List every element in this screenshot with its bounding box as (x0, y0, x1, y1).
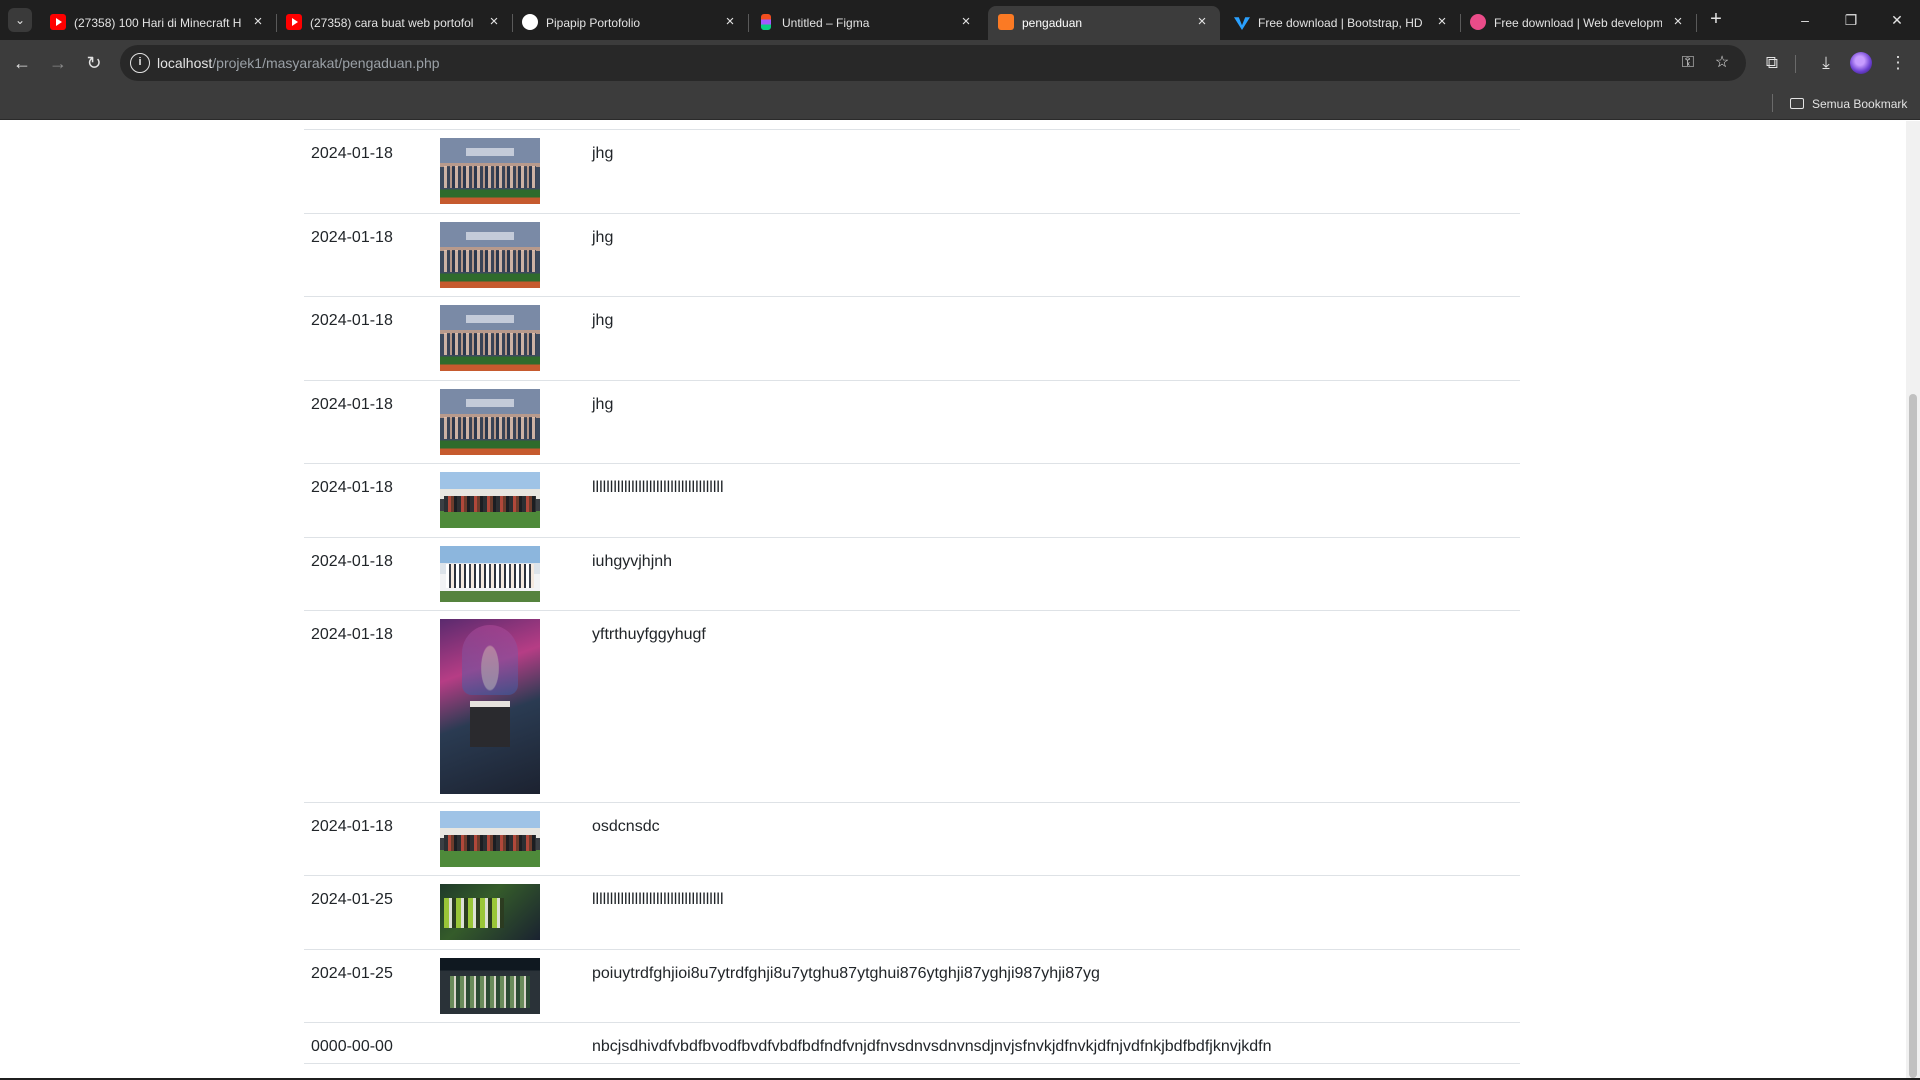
complaint-photo (440, 546, 540, 602)
close-icon[interactable]: × (958, 14, 974, 30)
date-cell: 2024-01-25 (311, 891, 393, 908)
tab-youtube-portofolio[interactable]: (27358) cara buat web portofol × (276, 6, 513, 40)
complaint-photo (440, 389, 540, 455)
close-icon[interactable]: × (1194, 14, 1210, 30)
complaint-photo (440, 138, 540, 204)
reload-button[interactable]: ↻ (80, 49, 108, 77)
date-cell: 2024-01-18 (311, 312, 393, 329)
date-cell: 2024-01-18 (311, 145, 393, 162)
tab-dribbble-download[interactable]: Free download | Web developm × (1460, 6, 1697, 40)
table-row: 2024-01-18 jhg (304, 130, 1520, 214)
table-row: 2024-01-25 poiuytrdfghjioi8u7ytrdfghji8u… (304, 950, 1520, 1023)
tab-bootstrap-download[interactable]: Free download | Bootstrap, HD × (1224, 6, 1461, 40)
youtube-icon (286, 14, 302, 30)
date-cell: 0000-00-00 (311, 1038, 393, 1055)
close-icon[interactable]: × (722, 14, 738, 30)
bookmark-star-icon[interactable]: ☆ (1710, 51, 1734, 75)
page-viewport: 2024-01-18 jhg 2024-01-18 jhg 2024-01-18… (0, 121, 1920, 1078)
date-cell: 2024-01-18 (311, 396, 393, 413)
youtube-icon (50, 14, 66, 30)
url-text[interactable]: localhost/projek1/masyarakat/pengaduan.p… (157, 54, 440, 72)
back-button[interactable]: ← (8, 49, 36, 77)
report-text-cell: jhg (592, 312, 614, 329)
close-icon[interactable]: × (486, 14, 502, 30)
complaint-photo (440, 472, 540, 528)
complaint-photo (440, 884, 540, 940)
date-cell: 2024-01-25 (311, 965, 393, 982)
tab-title: Free download | Bootstrap, HD (1258, 16, 1423, 30)
figma-icon (761, 14, 771, 30)
site-info-icon[interactable]: i (130, 53, 150, 73)
close-icon[interactable]: × (1670, 14, 1686, 30)
date-cell: 2024-01-18 (311, 818, 393, 835)
folder-icon (1790, 98, 1804, 109)
scrollbar-thumb[interactable] (1909, 394, 1917, 1078)
tab-title: pengaduan (1022, 16, 1083, 30)
close-icon[interactable]: × (1434, 14, 1450, 30)
report-text-cell: osdcnsdc (592, 818, 660, 835)
complaint-photo (440, 811, 540, 867)
date-cell: 2024-01-18 (311, 229, 393, 246)
profile-avatar[interactable] (1850, 52, 1872, 74)
address-bar[interactable]: i localhost/projek1/masyarakat/pengaduan… (120, 45, 1746, 81)
report-text-cell: jhg (592, 145, 614, 162)
restore-button[interactable]: ❐ (1828, 6, 1874, 34)
tab-pengaduan[interactable]: pengaduan × (988, 6, 1220, 40)
table-row: 2024-01-18 osdcnsdc (304, 803, 1520, 876)
tab-title: Pipapip Portofolio (546, 16, 641, 30)
complaint-table: 2024-01-18 jhg 2024-01-18 jhg 2024-01-18… (304, 129, 1520, 1064)
complaint-photo (440, 305, 540, 371)
report-text-cell: poiuytrdfghjioi8u7ytrdfghji8u7ytghu87ytg… (592, 965, 1100, 982)
bookmark-bar: Semua Bookmark (0, 86, 1920, 120)
table-row: 0000-00-00 nbcjsdhivdfvbdfbvodfbvdfvbdfb… (304, 1023, 1520, 1064)
dribbble-icon (1470, 14, 1486, 30)
report-text-cell: jhg (592, 396, 614, 413)
complaint-photo (440, 619, 540, 794)
report-text-cell: yftrthuyfggyhugf (592, 626, 706, 643)
tab-youtube-minecraft[interactable]: (27358) 100 Hari di Minecraft H × (40, 6, 277, 40)
github-icon (522, 14, 538, 30)
new-tab-button[interactable]: + (1704, 8, 1728, 32)
extensions-icon[interactable]: ⧉ (1758, 49, 1786, 77)
close-window-button[interactable]: ✕ (1874, 6, 1920, 34)
complaint-photo (440, 958, 540, 1014)
table-row: 2024-01-18 lllllllllllllllllllllllllllll… (304, 464, 1520, 538)
date-cell: 2024-01-18 (311, 553, 393, 570)
tab-search-button[interactable]: ⌄ (8, 8, 32, 32)
tab-figma[interactable]: Untitled – Figma × (748, 6, 984, 40)
minimize-button[interactable]: – (1782, 6, 1828, 34)
report-text-cell: lllllllllllllllllllllllllllllllllllll (592, 479, 724, 496)
browser-toolbar: ← → ↻ i localhost/projek1/masyarakat/pen… (0, 40, 1920, 86)
forward-button[interactable]: → (44, 49, 72, 77)
date-cell: 2024-01-18 (311, 479, 393, 496)
password-key-icon[interactable]: ⚿ (1676, 51, 1700, 75)
report-text-cell: jhg (592, 229, 614, 246)
complaint-photo (440, 222, 540, 288)
download-icon[interactable]: ⤓ (1812, 49, 1840, 77)
table-row: 2024-01-18 jhg (304, 214, 1520, 297)
tab-pipapip-portofolio[interactable]: Pipapip Portofolio × (512, 6, 749, 40)
close-icon[interactable]: × (250, 14, 266, 30)
table-row: 2024-01-18 yftrthuyfggyhugf (304, 611, 1520, 803)
report-text-cell: nbcjsdhivdfvbdfbvodfbvdfvbdfbdfndfvnjdfn… (592, 1038, 1272, 1055)
table-row: 2024-01-18 jhg (304, 297, 1520, 381)
table-row: 2024-01-18 jhg (304, 381, 1520, 464)
tab-title: Untitled – Figma (782, 16, 870, 30)
table-row: 2024-01-18 iuhgyvjhjnh (304, 538, 1520, 611)
bootstrap-icon (1234, 17, 1250, 30)
xampp-icon (998, 14, 1014, 30)
tab-title: (27358) cara buat web portofol (310, 16, 474, 30)
table-row: 2024-01-25 lllllllllllllllllllllllllllll… (304, 876, 1520, 950)
report-text-cell: lllllllllllllllllllllllllllllllllllll (592, 891, 724, 908)
date-cell: 2024-01-18 (311, 626, 393, 643)
tab-strip: ⌄ (27358) 100 Hari di Minecraft H × (273… (0, 0, 1920, 40)
menu-kebab-icon[interactable]: ⋮ (1884, 49, 1912, 77)
report-text-cell: iuhgyvjhjnh (592, 553, 673, 570)
tab-title: Free download | Web developm (1494, 16, 1662, 30)
tab-title: (27358) 100 Hari di Minecraft H (74, 16, 242, 30)
